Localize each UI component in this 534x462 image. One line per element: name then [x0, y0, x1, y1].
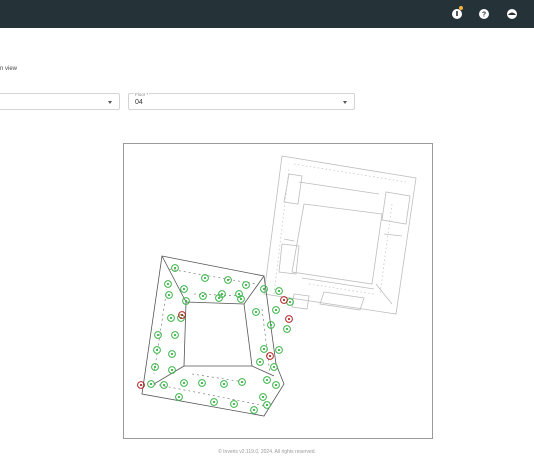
app-header: ? — [0, 0, 534, 28]
chevron-down-icon — [108, 101, 112, 104]
location-select[interactable] — [0, 93, 120, 110]
account-icon[interactable] — [506, 8, 518, 20]
floor-plan[interactable] — [123, 143, 433, 439]
svg-text:?: ? — [482, 12, 486, 19]
chevron-down-icon — [343, 101, 347, 104]
footer-copyright: © Inveris v2.119.0, 2024. All rights res… — [218, 449, 316, 455]
floor-select-value: 04 — [135, 99, 143, 106]
page-subtitle: n view — [0, 66, 18, 72]
help-icon[interactable]: ? — [478, 8, 490, 20]
notification-badge — [459, 6, 463, 10]
floor-select[interactable]: Floor * 04 — [128, 92, 355, 110]
floor-select-label: Floor * — [134, 92, 150, 97]
floor-plan-drawing — [137, 155, 417, 417]
